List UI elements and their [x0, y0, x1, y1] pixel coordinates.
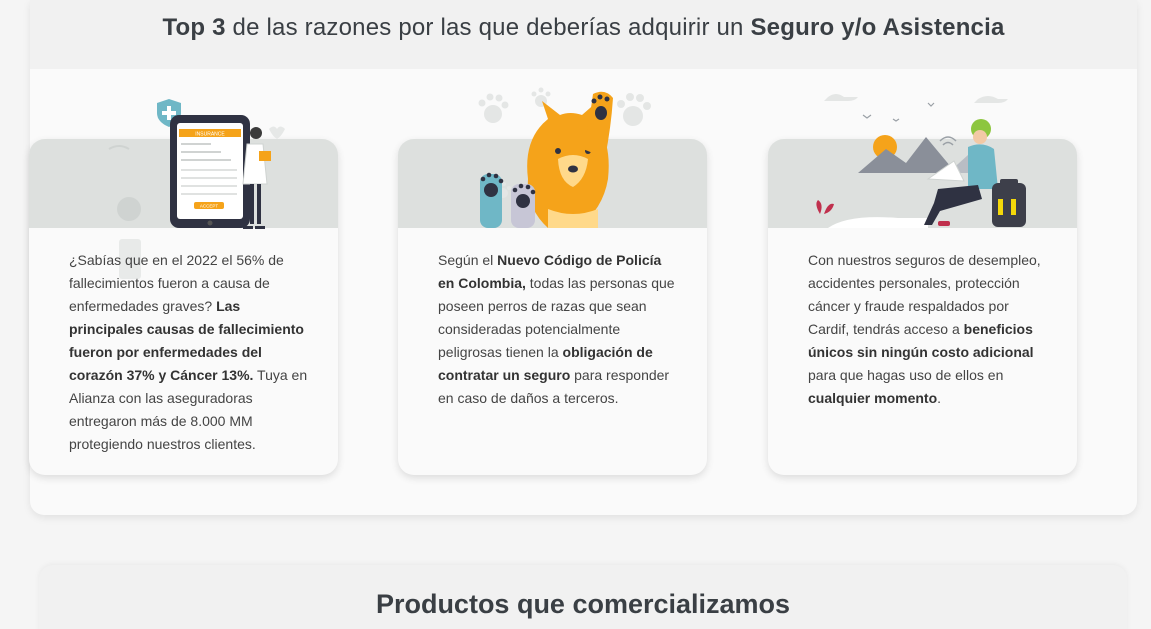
phone-insurance-header: INSURANCE	[195, 132, 225, 138]
reason-text-benefits: Con nuestros seguros de desempleo, accid…	[808, 249, 1048, 410]
reason-card-pets: Según el Nuevo Código de Policía en Colo…	[398, 87, 707, 475]
reason-text-health: ¿Sabías que en el 2022 el 56% de falleci…	[69, 249, 309, 456]
reason-text: ¿Sabías que en el 2022 el 56% de falleci…	[69, 252, 284, 314]
headline-strong-1: Top 3	[162, 14, 226, 41]
dog-paws-illustration	[478, 87, 651, 228]
products-title: Productos que comercializamos	[375, 589, 791, 619]
products-section: Productos que comercializamos	[39, 565, 1127, 629]
reason-text-strong: cualquier momento	[808, 390, 938, 406]
reason-text-pets: Según el Nuevo Código de Policía en Colo…	[438, 249, 678, 410]
reason-card-benefits: Con nuestros seguros de desempleo, accid…	[768, 94, 1077, 475]
reason-text: para que hagas uso de ellos en	[808, 367, 1004, 383]
headline-strong-2: Seguro y/o Asistencia	[750, 14, 1005, 41]
reasons-headline: Top 3 de las razones por las que debería…	[30, 14, 1137, 42]
reason-text: .	[937, 390, 942, 406]
reason-card-health: INSURANCE ACCEPT ¿Sabías que en el 2022 …	[29, 99, 338, 475]
person-laptop-mountains-illustration	[816, 94, 1026, 228]
phone-insurance-doctor-illustration: INSURANCE ACCEPT	[108, 99, 285, 279]
headline-text: de las razones por las que deberías adqu…	[225, 14, 751, 41]
reason-text: Según el	[438, 252, 498, 268]
phone-accept-button: ACCEPT	[200, 204, 219, 209]
